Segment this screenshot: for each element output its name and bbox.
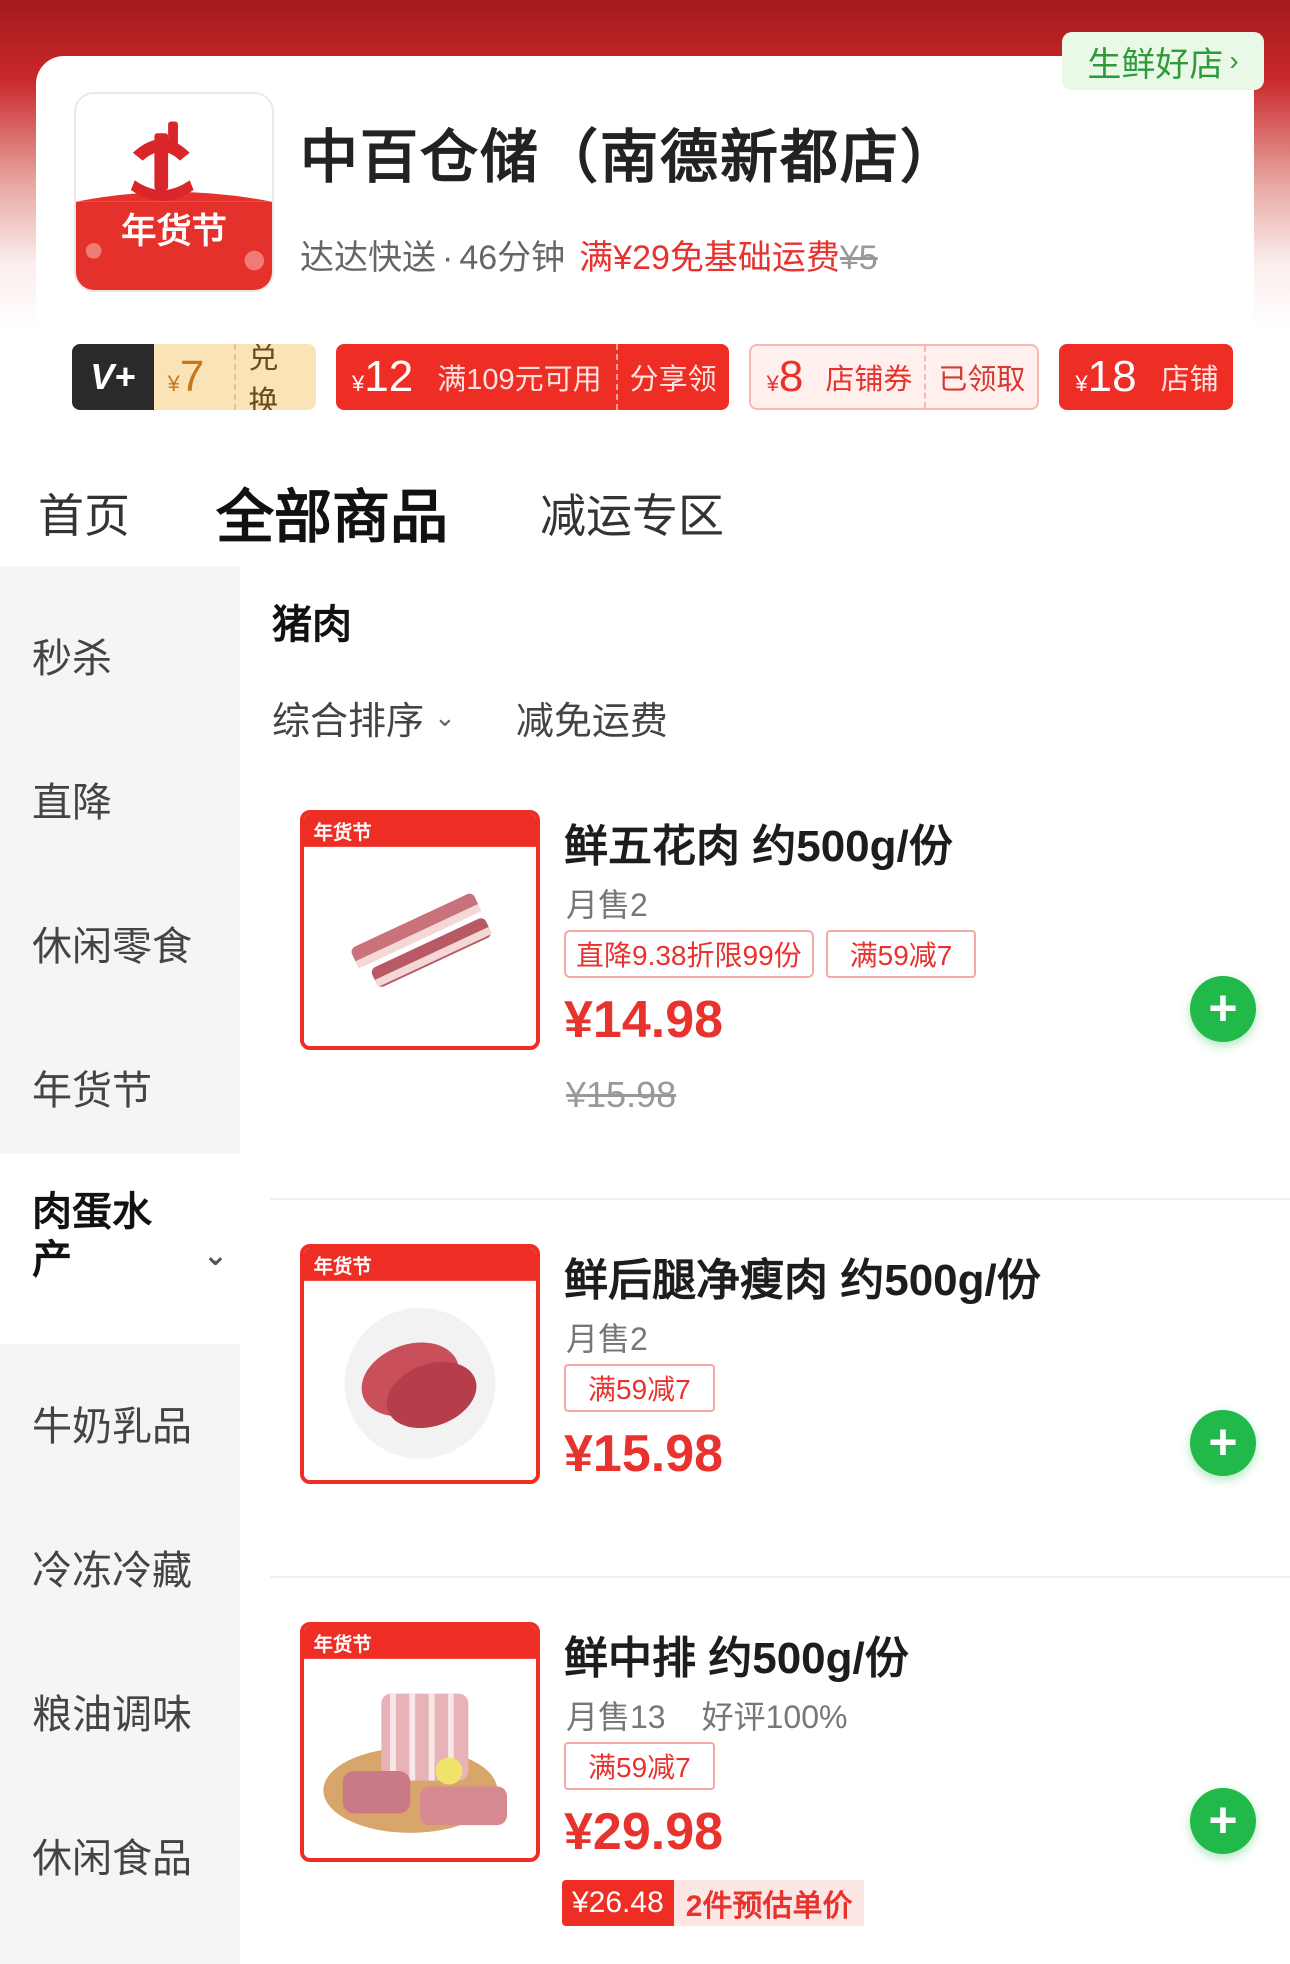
sidebar-item-leisure-food[interactable]: 休闲食品 [0,1826,240,1884]
coupon-amount: ¥8 [766,352,804,401]
store-logo-image: 年货节 [76,94,272,290]
sort-bar: 综合排序 ⌄ 减免运费 [272,690,668,745]
coupon-share-button[interactable]: 分享领 [615,344,729,410]
sort-label: 综合排序 [272,701,425,743]
chevron-right-icon: › [1229,45,1239,76]
product-price: ¥15.98 [564,1425,724,1483]
coupon-amount: ¥12 [352,352,414,401]
coupon-amount: ¥18 [1075,352,1137,401]
chevron-down-icon: ⌄ [202,1239,228,1272]
tab-all-products-label: 全部商品 [216,485,449,550]
fresh-store-badge[interactable]: 生鲜好店 › [1062,32,1264,90]
sidebar-item-meat-eggs-seafood[interactable]: 肉蛋水产 ⌄ [0,1154,258,1344]
sidebar-item-price-drop[interactable]: 直降 [0,770,240,828]
product-sales: 月售13 好评100% [566,1692,847,1738]
sidebar-item-dairy[interactable]: 牛奶乳品 [0,1394,240,1452]
sidebar-item-flash-sale[interactable]: 秒杀 [0,626,240,684]
sidebar-item-snacks[interactable]: 休闲零食 [0,914,240,972]
coupon-condition: 满109元可用 [437,364,602,396]
pork-ribs-image: 年货节 [304,1626,536,1858]
store-logo[interactable]: 年货节 [74,92,274,292]
estimated-unit-price: ¥26.48 2件预估单价 [562,1880,865,1926]
sort-dropdown[interactable]: 综合排序 ⌄ [272,690,456,745]
divider [270,1576,1290,1578]
sidebar-item-frozen[interactable]: 冷冻冷藏 [0,1538,240,1596]
product-item[interactable]: 年货节 鲜五花肉 约500g/份 月售2 直降9.38折限99份 满59减7 ¥… [240,810,1290,1250]
coupon-vip[interactable]: V+ ¥7 兑换 [72,344,316,410]
product-price: ¥14.98 [564,991,724,1049]
tab-reduced-shipping[interactable]: 减运专区 [540,480,724,546]
product-price: ¥29.98 [564,1803,724,1861]
add-to-cart-button[interactable]: + [1190,1788,1256,1854]
svg-text:年货节: 年货节 [314,1255,372,1278]
coupon-exchange-button[interactable]: 兑换 [234,344,316,410]
store-tabs: 首页 全部商品 减运专区 [0,440,1290,560]
product-tags: 满59减7 [564,1742,715,1790]
product-sales: 月售2 [566,887,648,923]
coupon-condition: 店铺券 [825,364,913,396]
product-original-price: ¥15.98 [566,1074,677,1115]
estimated-price-value: ¥26.48 [562,1880,674,1926]
product-item[interactable]: 年货节 鲜后腿净瘦肉 约500g/份 月售2 满59减7 ¥15.98 + [240,1244,1290,1624]
product-image[interactable]: 年货节 [300,1622,540,1862]
category-title: 猪肉 [272,603,352,647]
product-tags: 直降9.38折限99份 满59减7 [564,930,977,978]
svg-text:年货节: 年货节 [314,1633,372,1656]
product-item[interactable]: 年货节 鲜中排 约500g/份 月售13 好评100% 满59减7 ¥29.98 … [240,1622,1290,1964]
category-sidebar: 秒杀 直降 休闲零食 年货节 肉蛋水产 ⌄ 牛奶乳品 冷冻冷藏 粮油调味 休闲食… [0,566,258,1964]
promo-tag: 满59减7 [825,930,977,978]
promo-tag: 满59减7 [564,1742,715,1790]
coupon-18[interactable]: ¥18 店铺 [1059,344,1233,410]
free-shipping-threshold: 满¥29免基础运费 [579,239,840,277]
pork-belly-image: 年货节 [304,814,536,1046]
filter-reduced-shipping[interactable]: 减免运费 [516,690,668,745]
delivery-separator: · [442,239,454,277]
sidebar-item-grain-oil[interactable]: 粮油调味 [0,1682,240,1740]
lean-pork-image: 年货节 [304,1248,536,1480]
delivery-time: 46分钟 [459,239,566,277]
svg-text:年货节: 年货节 [314,821,372,844]
coupon-claimed-label: 已领取 [924,346,1037,408]
tab-home[interactable]: 首页 [38,480,130,546]
divider [270,1198,1290,1200]
coupon-8[interactable]: ¥8 店铺券 已领取 [748,344,1040,410]
fresh-store-badge-label: 生鲜好店 [1087,45,1224,84]
coupon-12[interactable]: ¥12 满109元可用 分享领 [336,344,729,410]
product-name[interactable]: 鲜五花肉 约500g/份 [564,810,953,874]
coupon-amount: ¥7 [167,352,205,401]
product-sales: 月售2 [566,1321,648,1357]
product-rating: 好评100% [701,1699,848,1735]
product-name[interactable]: 鲜后腿净瘦肉 约500g/份 [564,1244,1041,1308]
product-monthly-sales: 月售13 [566,1699,666,1735]
delivery-provider: 达达快送 [300,239,436,277]
product-name[interactable]: 鲜中排 约500g/份 [564,1622,909,1686]
sidebar-item-new-year-goods[interactable]: 年货节 [0,1058,240,1116]
chevron-down-icon: ⌄ [434,702,456,732]
original-delivery-fee: ¥5 [839,239,878,277]
add-to-cart-button[interactable]: + [1190,1410,1256,1476]
tab-all-products[interactable]: 全部商品 [216,470,449,554]
product-tags: 满59减7 [564,1364,715,1412]
logo-text: 年货节 [121,211,227,252]
vip-tag: V+ [72,344,154,410]
product-list-area: 猪肉 综合排序 ⌄ 减免运费 年货节 鲜五花肉 约500g/份 月售2 直降9.… [240,566,1290,1964]
add-to-cart-button[interactable]: + [1190,976,1256,1042]
estimated-price-label: 2件预估单价 [673,1880,865,1926]
product-image[interactable]: 年货节 [300,1244,540,1484]
promo-tag: 满59减7 [564,1364,715,1412]
delivery-info: 达达快送 · 46分钟 满¥29免基础运费 ¥5 [300,230,878,279]
coupon-row[interactable]: V+ ¥7 兑换 ¥12 满109元可用 分享领 ¥8 店铺券 已领取 ¥18 … [72,344,1254,410]
store-name: 中百仓储（南德新都店） [300,125,961,190]
promo-tag: 直降9.38折限99份 [564,930,814,978]
product-image[interactable]: 年货节 [300,810,540,1050]
coupon-condition: 店铺 [1160,364,1219,396]
sidebar-item-label: 肉蛋水产 [32,1190,152,1282]
